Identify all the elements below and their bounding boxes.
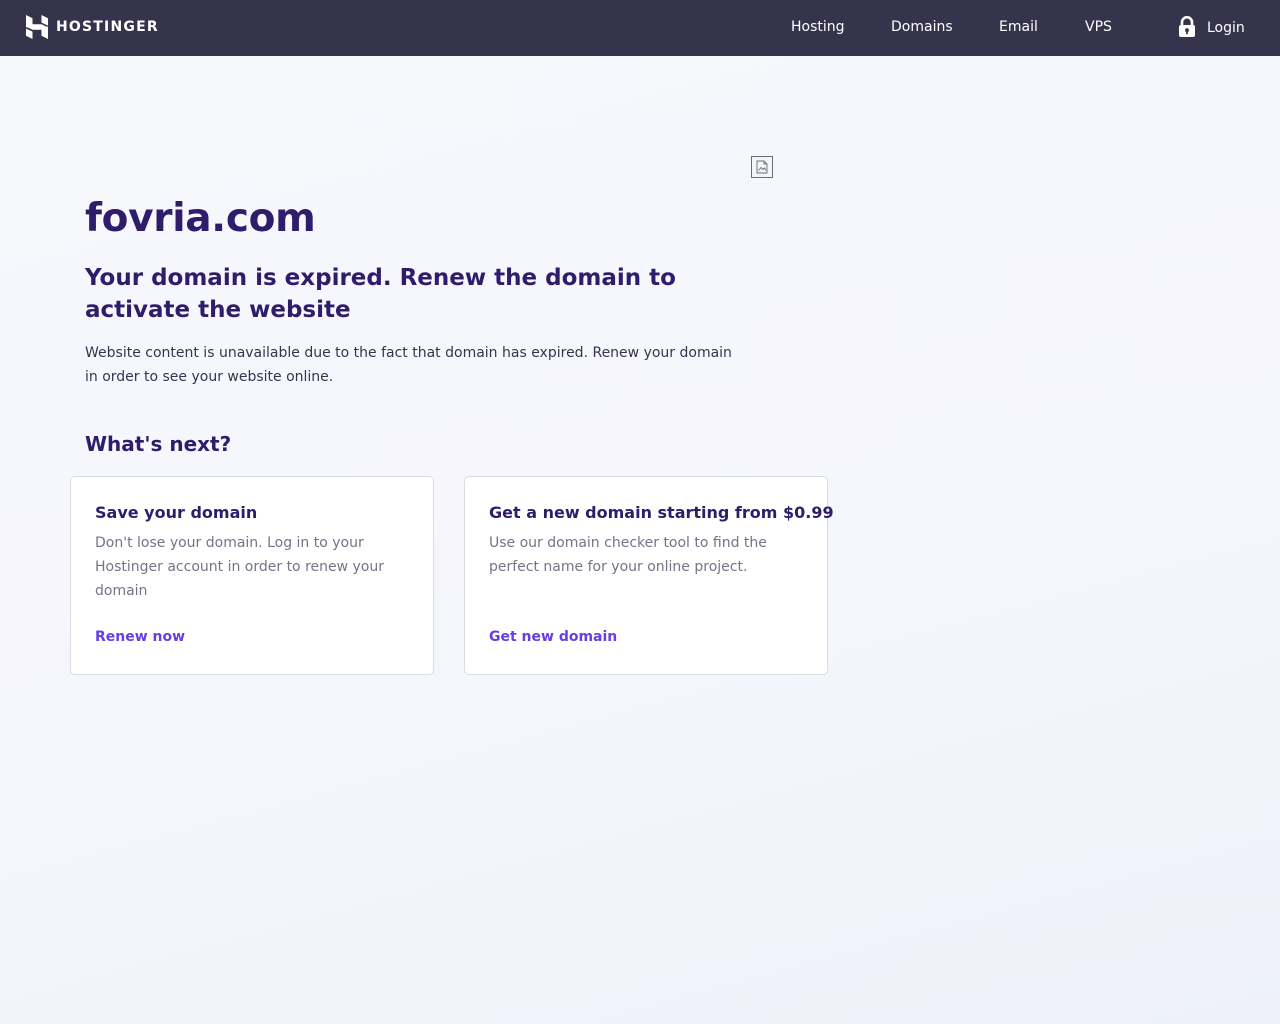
expired-description: Website content is unavailable due to th… <box>85 345 732 385</box>
card-title: Get a new domain starting from $0.99 <box>489 503 834 522</box>
whats-next-heading: What's next? <box>85 432 232 456</box>
get-new-domain-link[interactable]: Get new domain <box>489 629 617 645</box>
card-title: Save your domain <box>95 503 258 522</box>
main-nav: Hosting Domains Email VPS Login <box>0 0 1280 56</box>
save-domain-card: Save your domain Don't lose your domain.… <box>70 476 434 675</box>
nav-link-vps[interactable]: VPS <box>1085 19 1112 35</box>
card-text: Use our domain checker tool to find the … <box>489 535 767 575</box>
lock-icon <box>1179 16 1195 37</box>
login-button[interactable]: Login <box>1177 16 1245 38</box>
new-domain-card: Get a new domain starting from $0.99 Use… <box>464 476 834 675</box>
broken-image-icon <box>751 156 773 178</box>
expired-heading: Your domain is expired. Renew the domain… <box>85 265 676 323</box>
nav-link-domains[interactable]: Domains <box>891 19 953 35</box>
top-navbar: HOSTINGER Hosting Domains Email VPS Logi… <box>0 0 1280 56</box>
nav-link-email[interactable]: Email <box>999 19 1038 35</box>
login-label: Login <box>1207 20 1245 36</box>
card-text: Don't lose your domain. Log in to your H… <box>95 535 384 599</box>
nav-link-hosting[interactable]: Hosting <box>791 19 845 35</box>
renew-now-link[interactable]: Renew now <box>95 629 185 645</box>
domain-title: fovria.com <box>85 196 316 241</box>
